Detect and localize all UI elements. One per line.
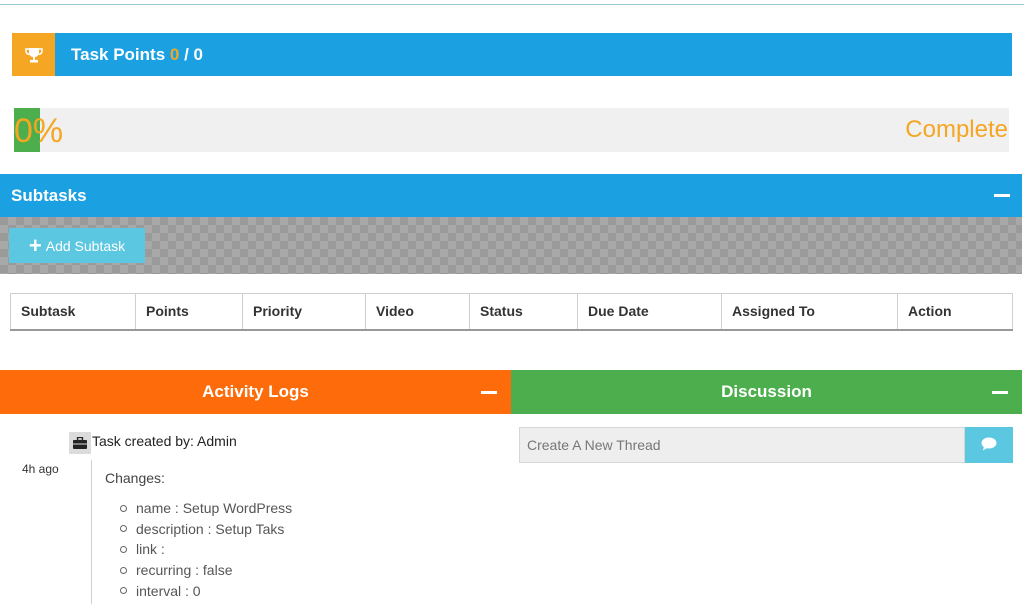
change-text: name : Setup WordPress [136, 500, 293, 517]
create-thread-button[interactable] [965, 427, 1013, 463]
briefcase-icon [69, 432, 91, 454]
bullet-icon [120, 525, 127, 533]
progress-label: Complete [905, 116, 1008, 143]
list-item: recurring : false [120, 560, 292, 581]
activity-logs-title: Activity Logs [202, 382, 309, 401]
bullet-icon [120, 566, 127, 574]
changes-list: name : Setup WordPress description : Set… [120, 498, 292, 601]
top-divider [0, 4, 1024, 5]
task-points-title: Task Points 0 / 0 [71, 45, 203, 65]
collapse-activity-icon[interactable] [481, 391, 497, 394]
plus-icon: + [28, 232, 42, 258]
subtasks-table: Subtask Points Priority Video Status Due… [10, 293, 1013, 331]
task-points-separator: / [179, 44, 194, 64]
bullet-icon [120, 587, 127, 595]
subtasks-header: Subtasks [0, 174, 1022, 217]
change-text: description : Setup Taks [136, 520, 285, 537]
log-entry-title: Task created by: Admin [92, 433, 237, 449]
list-item: interval : 0 [120, 580, 292, 601]
column-header-action[interactable]: Action [898, 294, 1013, 330]
task-points-bar: Task Points 0 / 0 [12, 33, 1012, 76]
list-item: description : Setup Taks [120, 519, 292, 540]
subtasks-title: Subtasks [11, 185, 87, 205]
activity-logs-header: Activity Logs [0, 370, 511, 414]
column-header-status[interactable]: Status [469, 293, 578, 330]
discussion-header: Discussion [511, 370, 1022, 414]
progress-percent: 0% [14, 112, 64, 150]
list-item: name : Setup WordPress [120, 498, 292, 519]
timeline-line [91, 460, 92, 604]
column-header-video[interactable]: Video [365, 293, 470, 330]
discussion-title: Discussion [721, 382, 812, 401]
column-header-priority[interactable]: Priority [242, 293, 366, 330]
changes-label: Changes: [105, 470, 165, 486]
column-header-due-date[interactable]: Due Date [577, 293, 722, 330]
task-points-current: 0 [169, 44, 180, 64]
change-text: interval : 0 [136, 582, 201, 599]
list-item: link : [120, 539, 292, 560]
column-header-points[interactable]: Points [135, 293, 243, 330]
new-thread-input[interactable] [519, 427, 965, 463]
change-text: link : [136, 541, 165, 558]
progress-bar [14, 108, 1009, 152]
subtasks-toolbar: + Add Subtask [0, 217, 1022, 274]
column-header-assigned-to[interactable]: Assigned To [721, 293, 898, 330]
bullet-icon [120, 545, 127, 553]
collapse-subtasks-icon[interactable] [994, 194, 1010, 197]
task-points-total: 0 [193, 44, 203, 64]
add-subtask-label: Add Subtask [45, 237, 126, 254]
trophy-icon [12, 33, 55, 76]
collapse-discussion-icon[interactable] [992, 391, 1008, 394]
log-entry-time: 4h ago [22, 462, 59, 476]
task-points-label: Task Points [71, 44, 166, 64]
add-subtask-button[interactable]: + Add Subtask [9, 228, 145, 263]
comment-icon [981, 437, 997, 454]
change-text: recurring : false [136, 562, 233, 579]
bullet-icon [120, 504, 127, 512]
column-header-subtask[interactable]: Subtask [10, 293, 136, 330]
table-header-row: Subtask Points Priority Video Status Due… [10, 293, 1013, 330]
